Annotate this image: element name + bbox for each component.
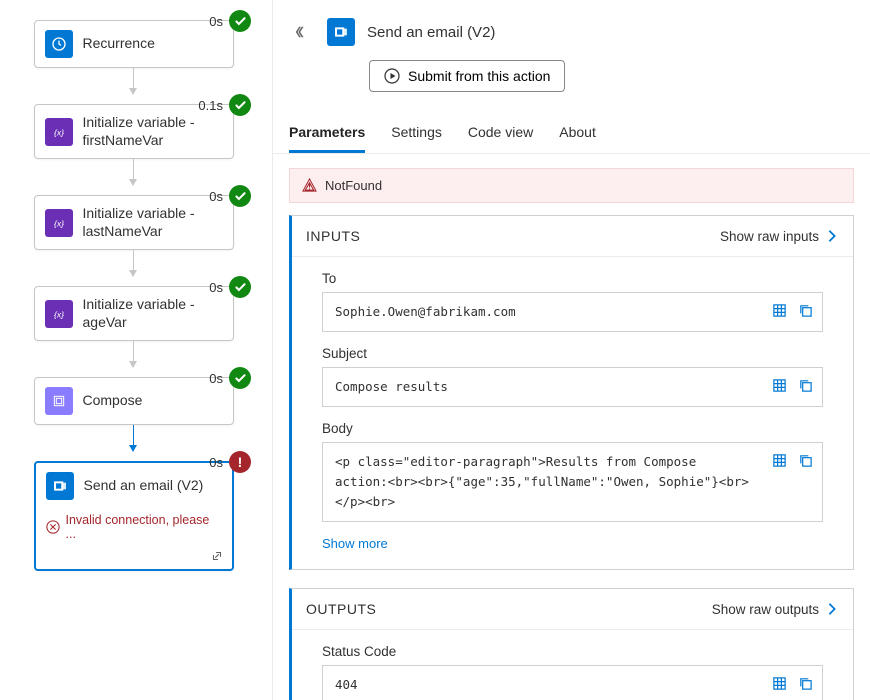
- field-value: <p class="editor-paragraph">Results from…: [322, 442, 823, 522]
- flow-node[interactable]: Send an email (V2) Invalid connection, pl…: [34, 461, 234, 571]
- var-icon: {x}: [45, 118, 73, 146]
- flow-node[interactable]: Compose: [34, 377, 234, 425]
- status-success-icon: [229, 185, 251, 207]
- inputs-heading: INPUTS: [306, 228, 360, 244]
- status-success-icon: [229, 94, 251, 116]
- show-more-link[interactable]: Show more: [322, 536, 823, 551]
- svg-text:{x}: {x}: [53, 309, 63, 319]
- grid-view-icon[interactable]: [770, 451, 788, 469]
- node-duration: 0.1s: [198, 98, 223, 113]
- body-field: Body <p class="editor-paragraph">Results …: [322, 421, 823, 522]
- copy-icon[interactable]: [796, 674, 814, 692]
- node-title: Recurrence: [83, 35, 155, 53]
- inputs-section: INPUTS Show raw inputs To Sophie.Owen@fab…: [289, 215, 854, 570]
- show-raw-inputs-link[interactable]: Show raw inputs: [720, 229, 839, 244]
- status-success-icon: [229, 276, 251, 298]
- subject-field: Subject Compose results: [322, 346, 823, 407]
- tab-code-view[interactable]: Code view: [468, 116, 533, 153]
- node-title: Initialize variable - firstNameVar: [83, 114, 223, 149]
- connection-link-icon[interactable]: [36, 549, 232, 569]
- flow-connector: [133, 425, 134, 451]
- field-value: Compose results: [322, 367, 823, 407]
- flow-connector: [133, 250, 134, 276]
- chevron-right-icon: [825, 229, 839, 243]
- status-success-icon: [229, 367, 251, 389]
- field-label: Status Code: [322, 644, 823, 659]
- node-title: Compose: [83, 392, 143, 410]
- node-error-text: Invalid connection, please ...: [36, 509, 232, 549]
- alert-text: NotFound: [325, 178, 382, 193]
- node-duration: 0s: [209, 371, 223, 386]
- tab-settings[interactable]: Settings: [391, 116, 442, 153]
- outputs-section: OUTPUTS Show raw outputs Status Code 404: [289, 588, 854, 700]
- grid-view-icon[interactable]: [770, 376, 788, 394]
- node-title: Initialize variable - ageVar: [83, 296, 223, 331]
- show-raw-outputs-link[interactable]: Show raw outputs: [712, 602, 839, 617]
- outlook-icon: [327, 18, 355, 46]
- field-label: To: [322, 271, 823, 286]
- svg-text:{x}: {x}: [53, 127, 63, 137]
- copy-icon[interactable]: [796, 301, 814, 319]
- action-detail-panel: Send an email (V2) Submit from this acti…: [272, 0, 870, 700]
- flow-node[interactable]: {x} Initialize variable - ageVar: [34, 286, 234, 341]
- submit-button-label: Submit from this action: [408, 68, 550, 84]
- submit-from-action-button[interactable]: Submit from this action: [369, 60, 565, 92]
- status-code-field: Status Code 404: [322, 644, 823, 700]
- clock-icon: [45, 30, 73, 58]
- node-duration: 0s: [209, 280, 223, 295]
- node-duration: 0s: [209, 455, 223, 470]
- compose-icon: [45, 387, 73, 415]
- field-value: Sophie.Owen@fabrikam.com: [322, 292, 823, 332]
- copy-icon[interactable]: [796, 451, 814, 469]
- outlook-icon: [46, 472, 74, 500]
- node-duration: 0s: [209, 189, 223, 204]
- chevron-right-icon: [825, 602, 839, 616]
- field-value: 404: [322, 665, 823, 700]
- flow-node[interactable]: {x} Initialize variable - lastNameVar: [34, 195, 234, 250]
- node-title: Initialize variable - lastNameVar: [83, 205, 223, 240]
- flow-connector: [133, 159, 134, 185]
- to-field: To Sophie.Owen@fabrikam.com: [322, 271, 823, 332]
- var-icon: {x}: [45, 209, 73, 237]
- tab-parameters[interactable]: Parameters: [289, 116, 365, 153]
- action-title: Send an email (V2): [367, 24, 495, 41]
- flow-canvas: 0s Recurrence 0.1s {x} Initialize variable -…: [0, 0, 272, 700]
- detail-tabs: Parameters Settings Code view About: [273, 116, 870, 154]
- outputs-heading: OUTPUTS: [306, 601, 376, 617]
- grid-view-icon[interactable]: [770, 301, 788, 319]
- alert-notfound: NotFound: [289, 168, 854, 203]
- copy-icon[interactable]: [796, 376, 814, 394]
- flow-connector: [133, 68, 134, 94]
- status-error-icon: !: [229, 451, 251, 473]
- tab-about[interactable]: About: [559, 116, 596, 153]
- flow-connector: [133, 341, 134, 367]
- svg-text:{x}: {x}: [53, 218, 63, 228]
- var-icon: {x}: [45, 300, 73, 328]
- flow-node[interactable]: Recurrence: [34, 20, 234, 68]
- warning-triangle-icon: [302, 178, 317, 193]
- collapse-panel-button[interactable]: [287, 18, 315, 46]
- grid-view-icon[interactable]: [770, 674, 788, 692]
- field-label: Body: [322, 421, 823, 436]
- node-duration: 0s: [209, 14, 223, 29]
- play-circle-icon: [384, 68, 400, 84]
- status-success-icon: [229, 10, 251, 32]
- field-label: Subject: [322, 346, 823, 361]
- node-title: Send an email (V2): [84, 477, 204, 495]
